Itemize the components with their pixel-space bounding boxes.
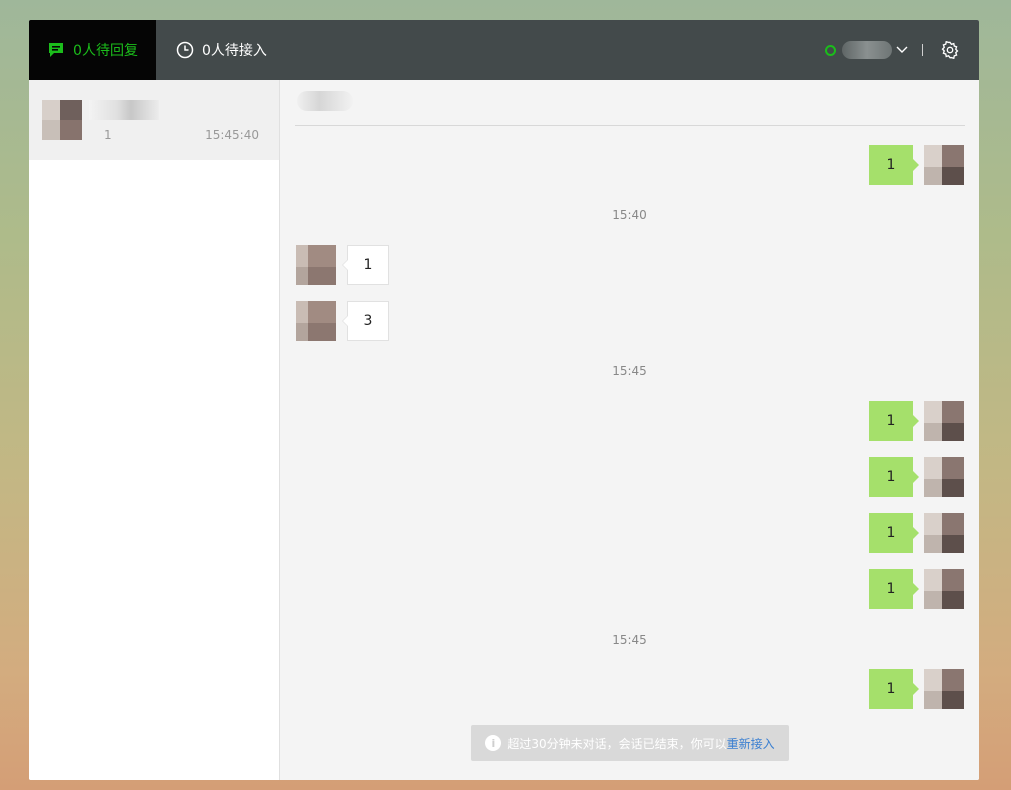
online-status-icon xyxy=(825,44,836,56)
timestamp: 15:45 xyxy=(612,364,647,378)
account-name-redacted[interactable] xyxy=(842,41,892,59)
timestamp: 15:40 xyxy=(612,208,647,222)
session-ended-notice: i 超过30分钟未对话，会话已结束，你可以 重新接入 xyxy=(471,725,789,761)
message-bubble[interactable]: 1 xyxy=(869,569,919,609)
account-area xyxy=(825,20,959,80)
session-last-message: 1 xyxy=(104,128,112,142)
avatar xyxy=(42,100,82,140)
clock-icon xyxy=(176,41,194,59)
message-out: 1 xyxy=(869,401,964,441)
reconnect-link[interactable]: 重新接入 xyxy=(727,735,775,752)
message-bubble[interactable]: 1 xyxy=(869,145,919,185)
chevron-down-icon[interactable] xyxy=(896,46,908,54)
message-out: 1 xyxy=(869,457,964,497)
message-out: 1 xyxy=(869,569,964,609)
top-bar: 0人待回复 0人待接入 xyxy=(29,20,979,80)
tab-pending-reply[interactable]: 0人待回复 xyxy=(29,20,156,80)
session-list: 1 15:45:40 xyxy=(29,80,280,780)
message-bubble[interactable]: 3 xyxy=(342,301,389,341)
chat-panel: 1 15:40 1 3 15:45 1 1 1 1 15:45 1 i 超过30… xyxy=(280,80,979,780)
tab-pending-access-label: 0人待接入 xyxy=(202,43,267,59)
timestamp: 15:45 xyxy=(612,633,647,647)
session-name-redacted xyxy=(89,100,159,120)
avatar xyxy=(296,245,336,285)
chat-header xyxy=(295,80,965,126)
session-item[interactable]: 1 15:45:40 xyxy=(29,80,279,160)
tab-pending-reply-label: 0人待回复 xyxy=(73,43,138,59)
message-out: 1 xyxy=(869,145,964,185)
gear-icon[interactable] xyxy=(941,41,959,59)
avatar xyxy=(924,669,964,709)
avatar xyxy=(924,457,964,497)
session-time: 15:45:40 xyxy=(205,128,259,142)
message-out: 1 xyxy=(869,669,964,709)
divider xyxy=(922,44,923,56)
contact-name-redacted xyxy=(297,91,353,111)
message-out: 1 xyxy=(869,513,964,553)
avatar xyxy=(924,569,964,609)
info-icon: i xyxy=(485,735,502,751)
message-in: 1 xyxy=(296,245,389,285)
tab-pending-access[interactable]: 0人待接入 xyxy=(176,20,267,80)
message-bubble[interactable]: 1 xyxy=(869,669,919,709)
customer-service-window: 0人待回复 0人待接入 1 15:45:40 1 15:40 1 3 15:45… xyxy=(29,20,979,780)
avatar xyxy=(924,145,964,185)
message-bubble[interactable]: 1 xyxy=(869,401,919,441)
message-bubble[interactable]: 1 xyxy=(869,457,919,497)
avatar xyxy=(924,513,964,553)
notice-text: 超过30分钟未对话，会话已结束，你可以 xyxy=(507,736,727,751)
avatar xyxy=(924,401,964,441)
chat-bubble-icon xyxy=(47,41,65,59)
message-bubble[interactable]: 1 xyxy=(869,513,919,553)
message-in: 3 xyxy=(296,301,389,341)
avatar xyxy=(296,301,336,341)
message-bubble[interactable]: 1 xyxy=(342,245,389,285)
